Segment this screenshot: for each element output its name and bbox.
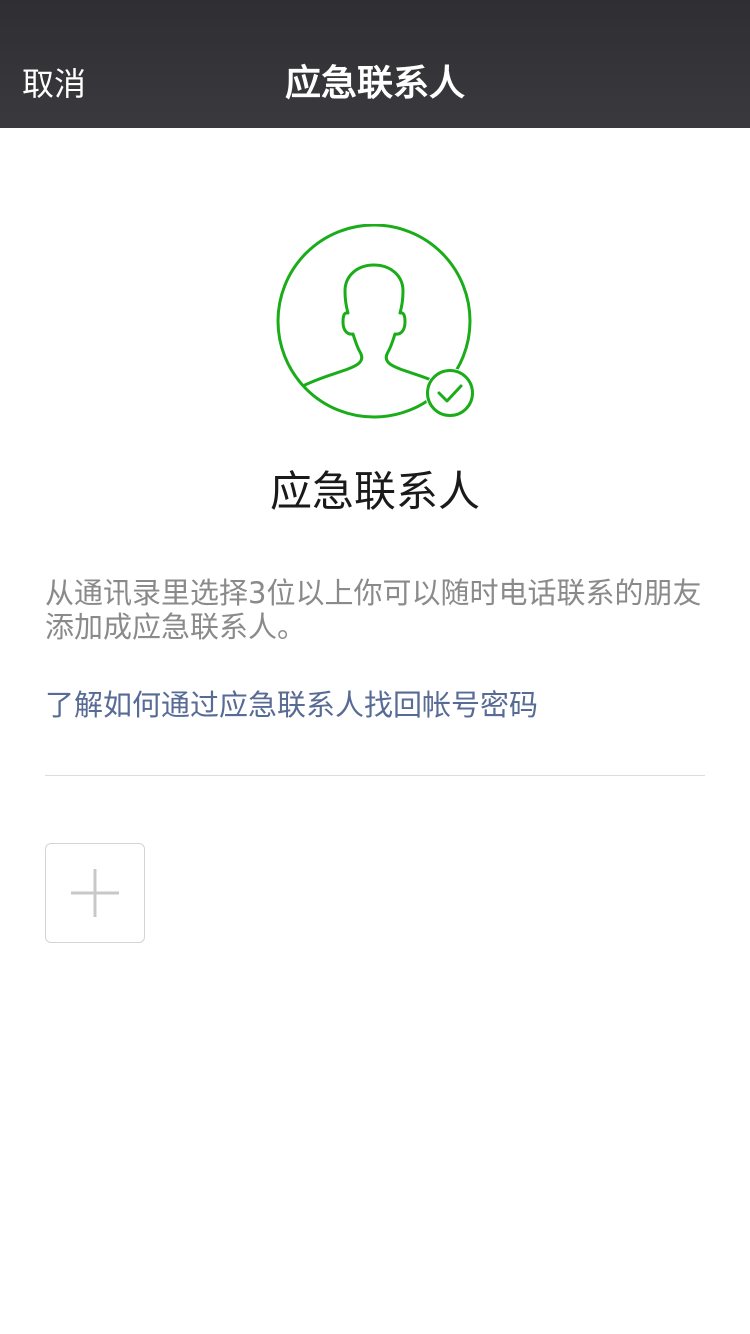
main-content: 应急联系人 从通讯录里选择3位以上你可以随时电话联系的朋友添加成应急联系人。 了… [0, 128, 750, 1334]
navigation-bar: 取消 应急联系人 [0, 0, 750, 128]
plus-icon [71, 869, 119, 917]
user-check-icon [273, 224, 479, 430]
help-link[interactable]: 了解如何通过应急联系人找回帐号密码 [45, 687, 538, 723]
page-title: 应急联系人 [284, 63, 465, 104]
add-contact-button[interactable] [45, 843, 145, 943]
divider [45, 775, 705, 776]
description-text: 从通讯录里选择3位以上你可以随时电话联系的朋友添加成应急联系人。 [45, 576, 702, 644]
emergency-contacts-heading: 应急联系人 [269, 467, 480, 516]
